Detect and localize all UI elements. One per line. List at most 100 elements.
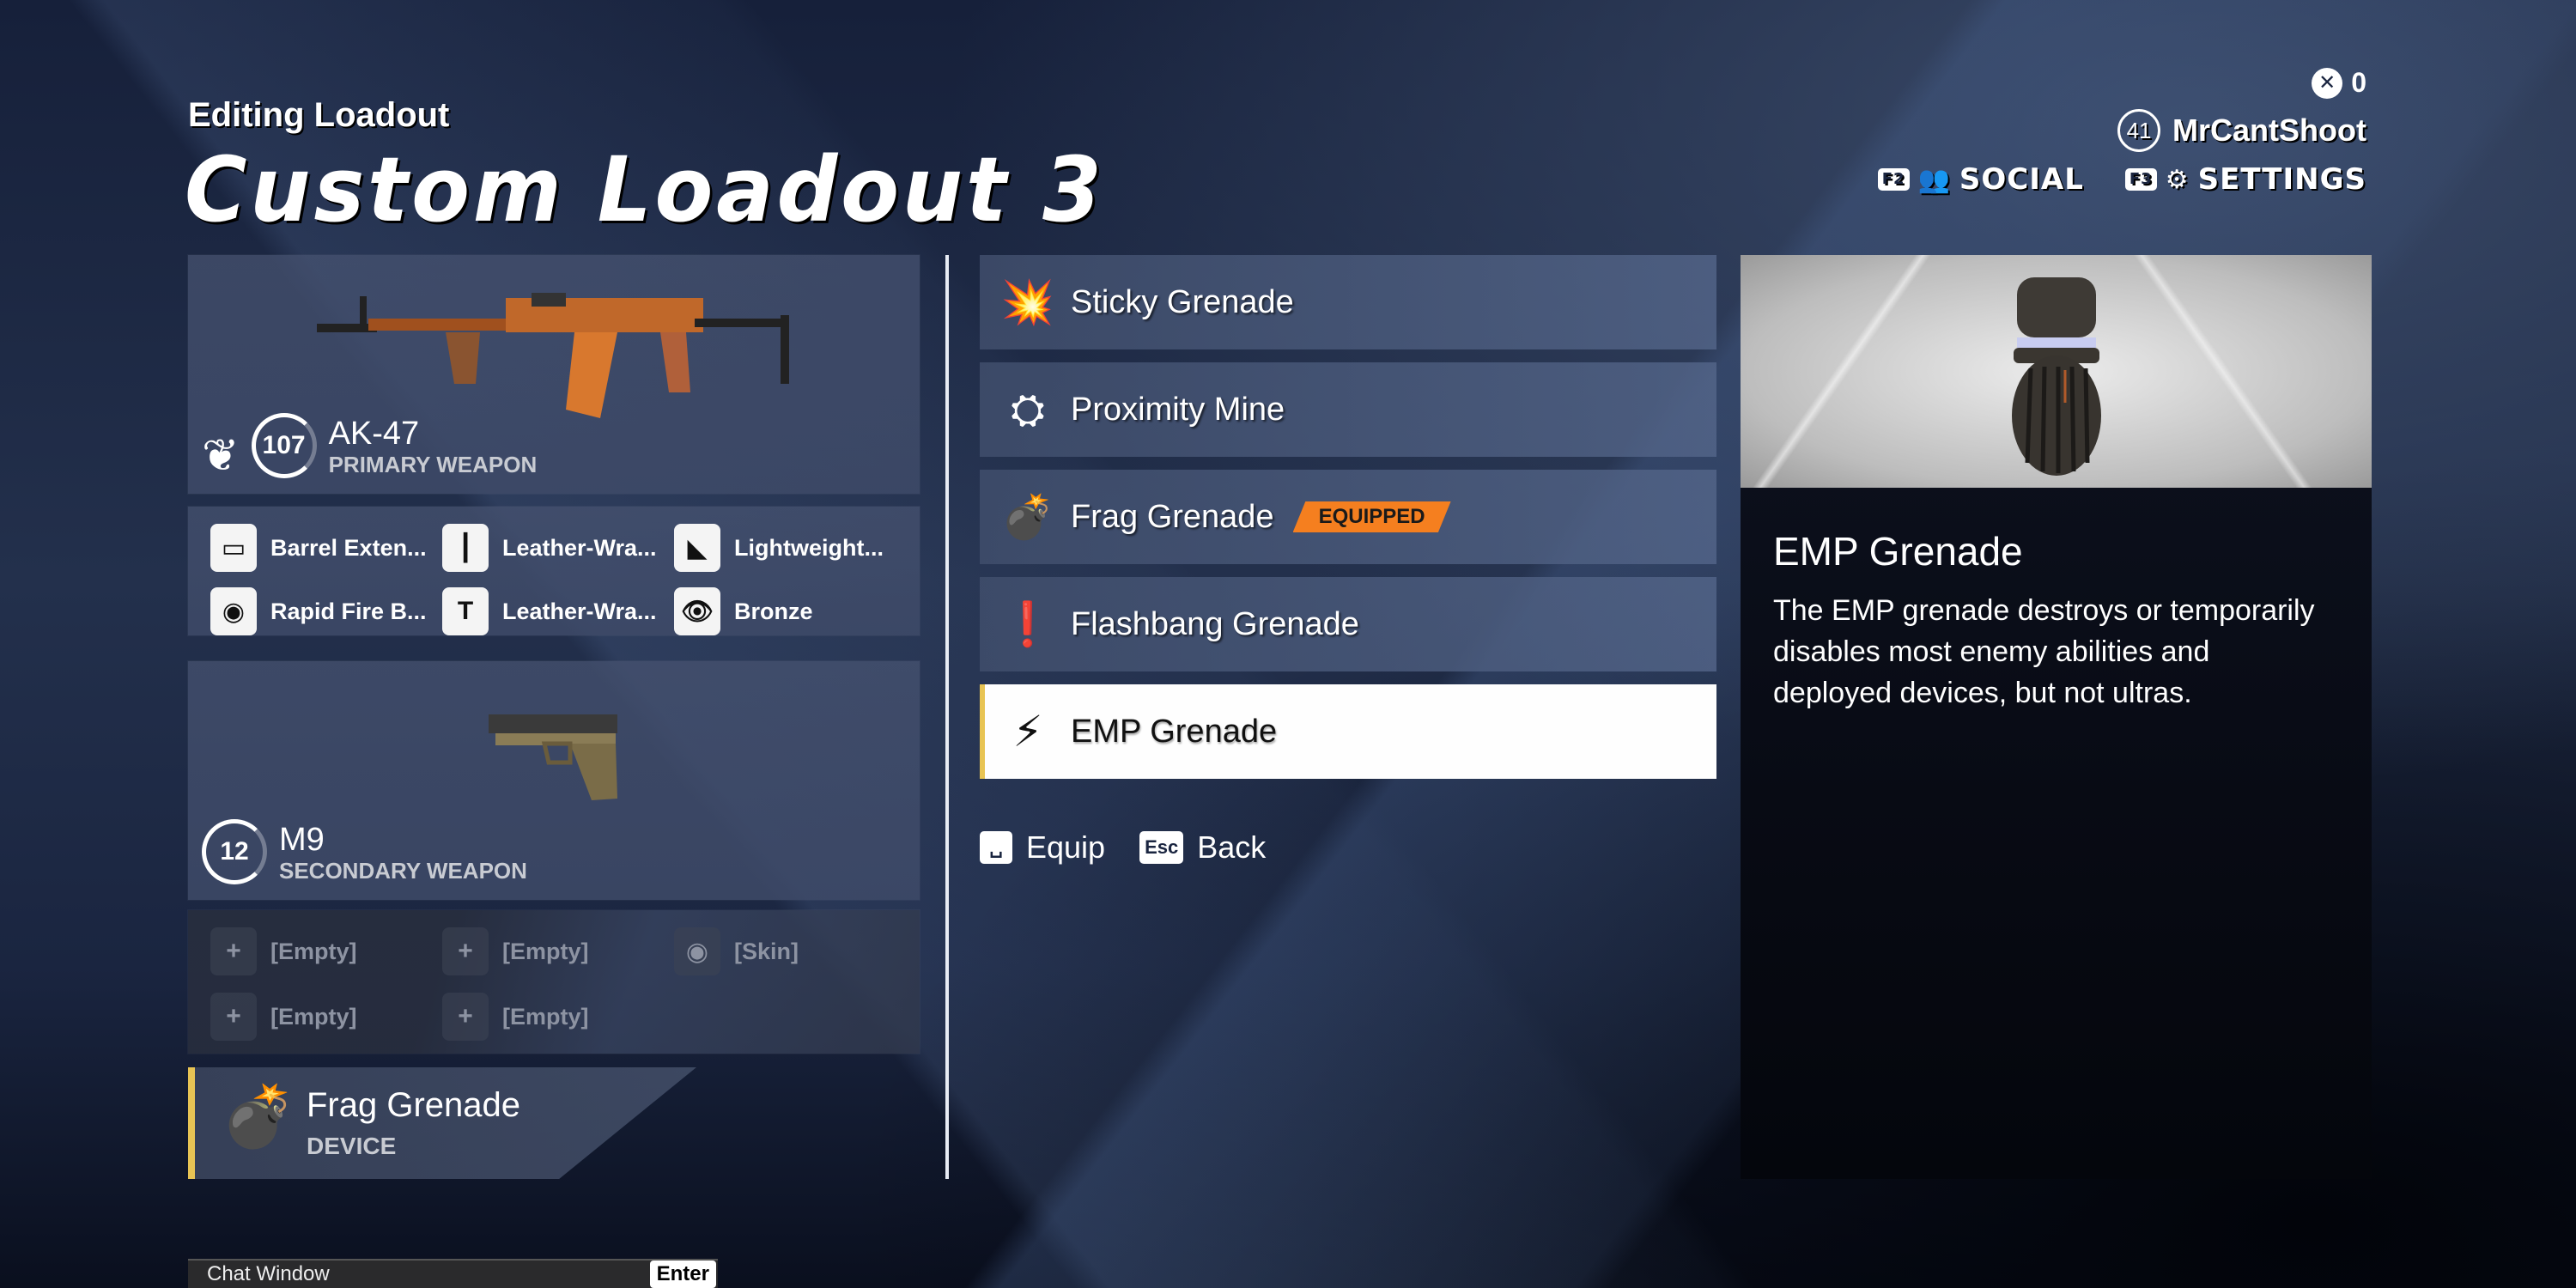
attachment-slot[interactable]: 👁 Bronze bbox=[674, 587, 906, 635]
attachment-label: [Empty] bbox=[270, 1003, 357, 1030]
f2-key-icon: F2 bbox=[1877, 168, 1910, 191]
attachment-slot[interactable]: ▭ Barrel Exten... bbox=[210, 524, 442, 572]
attachment-label: [Skin] bbox=[734, 938, 799, 964]
device-detail-panel: EMP Grenade The EMP grenade destroys or … bbox=[1741, 255, 2372, 1179]
attachment-label: Barrel Exten... bbox=[270, 534, 427, 561]
stock-icon: ◣ bbox=[674, 524, 720, 572]
equip-button[interactable]: ␣ Equip bbox=[980, 829, 1105, 866]
attachment-slot[interactable]: T Leather-Wra... bbox=[442, 587, 674, 635]
attachment-label: Leather-Wra... bbox=[502, 534, 657, 561]
magazine-icon: ◉ bbox=[210, 587, 257, 635]
player-name: MrCantShoot bbox=[2172, 112, 2366, 148]
device-option-flashbang-grenade[interactable]: ❗ Flashbang Grenade bbox=[980, 577, 1716, 671]
device-option-frag-grenade[interactable]: 💣 Frag Grenade EQUIPPED bbox=[980, 470, 1716, 564]
primary-weapon-info: ❦ 107 AK-47 PRIMARY WEAPON bbox=[202, 413, 537, 478]
secondary-weapon-info: 12 M9 SECONDARY WEAPON bbox=[202, 819, 527, 884]
emp-grenade-image bbox=[2011, 277, 2101, 476]
frag-grenade-icon: 💣 bbox=[221, 1083, 296, 1150]
weapon-level-badge: 12 bbox=[202, 819, 267, 884]
m9-image bbox=[489, 714, 617, 800]
grip-icon: T bbox=[442, 587, 489, 635]
loadout-title: Custom Loadout 3 bbox=[185, 137, 1105, 242]
weapon-name: M9 bbox=[279, 822, 325, 859]
chat-window-label: Chat Window bbox=[207, 1262, 330, 1285]
equipped-badge: EQUIPPED bbox=[1292, 501, 1451, 532]
gear-icon: ⚙ bbox=[2165, 164, 2190, 195]
attachment-slot-empty[interactable]: + [Empty] bbox=[210, 927, 442, 975]
chat-window-bar[interactable]: Chat Window Enter bbox=[188, 1259, 718, 1288]
device-option-proximity-mine[interactable]: ⛭ Proximity Mine bbox=[980, 362, 1716, 457]
device-slot-card[interactable]: 💣 Frag Grenade DEVICE bbox=[188, 1067, 696, 1179]
weapon-name: AK-47 bbox=[328, 416, 420, 453]
device-list: 💥 Sticky Grenade ⛭ Proximity Mine 💣 Frag… bbox=[980, 255, 1716, 792]
player-level-badge: 41 bbox=[2117, 109, 2161, 152]
frag-grenade-icon: 💣 bbox=[1000, 492, 1055, 541]
skin-icon: 👁 bbox=[674, 587, 720, 635]
attachment-slot[interactable]: ◉ Rapid Fire B... bbox=[210, 587, 442, 635]
attachment-slot-empty[interactable]: + [Empty] bbox=[210, 993, 442, 1041]
x-coin-icon: ✕ bbox=[2312, 67, 2343, 99]
selected-accent-bar bbox=[188, 1067, 195, 1179]
foregrip-icon: ┃ bbox=[442, 524, 489, 572]
editing-loadout-label: Editing Loadout bbox=[188, 96, 450, 134]
space-key-icon: ␣ bbox=[980, 831, 1012, 864]
device-name: Frag Grenade bbox=[307, 1086, 521, 1124]
device-option-label: Proximity Mine bbox=[1071, 391, 1285, 428]
device-option-label: EMP Grenade bbox=[1071, 713, 1278, 750]
device-option-sticky-grenade[interactable]: 💥 Sticky Grenade bbox=[980, 255, 1716, 349]
device-option-label: Sticky Grenade bbox=[1071, 283, 1294, 320]
player-panel: ✕ 0 41 MrCantShoot F2 👥 SOCIAL F3 ⚙ SETT… bbox=[1877, 67, 2366, 197]
plus-icon: + bbox=[210, 993, 257, 1041]
settings-button[interactable]: F3 ⚙ SETTINGS bbox=[2124, 162, 2366, 197]
plus-icon: + bbox=[210, 927, 257, 975]
attachment-label: Rapid Fire B... bbox=[270, 598, 427, 624]
ak47-image bbox=[317, 293, 789, 418]
attachment-label: [Empty] bbox=[502, 1003, 589, 1030]
detail-description: The EMP grenade destroys or temporarily … bbox=[1773, 594, 2315, 709]
attachment-slot[interactable]: ┃ Leather-Wra... bbox=[442, 524, 674, 572]
column-divider bbox=[945, 255, 949, 1179]
skin-slot[interactable]: ◉ [Skin] bbox=[674, 927, 906, 975]
sticky-grenade-icon: 💥 bbox=[1000, 277, 1055, 326]
attachment-slot-empty[interactable]: + [Empty] bbox=[442, 993, 674, 1041]
barrel-icon: ▭ bbox=[210, 524, 257, 572]
attachment-label: Lightweight... bbox=[734, 534, 884, 561]
f3-key-icon: F3 bbox=[2124, 168, 2157, 191]
key-hints: ␣ Equip Esc Back bbox=[980, 829, 1266, 866]
attachment-label: Bronze bbox=[734, 598, 813, 624]
device-option-label: Frag Grenade bbox=[1071, 498, 1274, 535]
top-nav: F2 👥 SOCIAL F3 ⚙ SETTINGS bbox=[1877, 162, 2366, 197]
attachment-label: [Empty] bbox=[502, 938, 589, 964]
player-info[interactable]: 41 MrCantShoot bbox=[2117, 109, 2366, 152]
plus-icon: + bbox=[442, 993, 489, 1041]
weapon-level-badge: 107 bbox=[251, 413, 317, 478]
back-button[interactable]: Esc Back bbox=[1139, 829, 1266, 866]
primary-attachments: ▭ Barrel Exten... ┃ Leather-Wra... ◣ Lig… bbox=[188, 507, 920, 635]
secondary-weapon-card[interactable]: 12 M9 SECONDARY WEAPON bbox=[188, 661, 920, 900]
attachment-label: [Empty] bbox=[270, 938, 357, 964]
detail-title: EMP Grenade bbox=[1773, 529, 2023, 574]
attachment-label: Leather-Wra... bbox=[502, 598, 657, 624]
device-preview-image bbox=[1741, 255, 2372, 488]
weapon-type: PRIMARY WEAPON bbox=[328, 452, 538, 477]
flashbang-grenade-icon: ❗ bbox=[1000, 599, 1055, 648]
social-label: SOCIAL bbox=[1959, 162, 2084, 197]
proximity-mine-icon: ⛭ bbox=[1011, 385, 1045, 434]
esc-key-icon: Esc bbox=[1139, 831, 1184, 864]
device-type: DEVICE bbox=[307, 1133, 397, 1159]
social-button[interactable]: F2 👥 SOCIAL bbox=[1877, 162, 2084, 197]
mastery-laurel-icon: ❦ bbox=[202, 431, 240, 481]
device-option-label: Flashbang Grenade bbox=[1071, 605, 1359, 642]
attachment-slot-empty[interactable]: + [Empty] bbox=[442, 927, 674, 975]
currency-display: ✕ 0 bbox=[2312, 67, 2366, 99]
attachment-slot[interactable]: ◣ Lightweight... bbox=[674, 524, 906, 572]
device-option-emp-grenade[interactable]: ⚡ EMP Grenade bbox=[980, 684, 1716, 779]
skin-icon: ◉ bbox=[674, 927, 720, 975]
primary-weapon-card[interactable]: ❦ 107 AK-47 PRIMARY WEAPON bbox=[188, 255, 920, 494]
plus-icon: + bbox=[442, 927, 489, 975]
equip-label: Equip bbox=[1026, 829, 1106, 865]
back-label: Back bbox=[1197, 829, 1267, 865]
social-icon: 👥 bbox=[1917, 164, 1951, 195]
emp-grenade-icon: ⚡ bbox=[1012, 708, 1043, 756]
secondary-attachments: + [Empty] + [Empty] ◉ [Skin] + [Empty] +… bbox=[188, 910, 920, 1054]
